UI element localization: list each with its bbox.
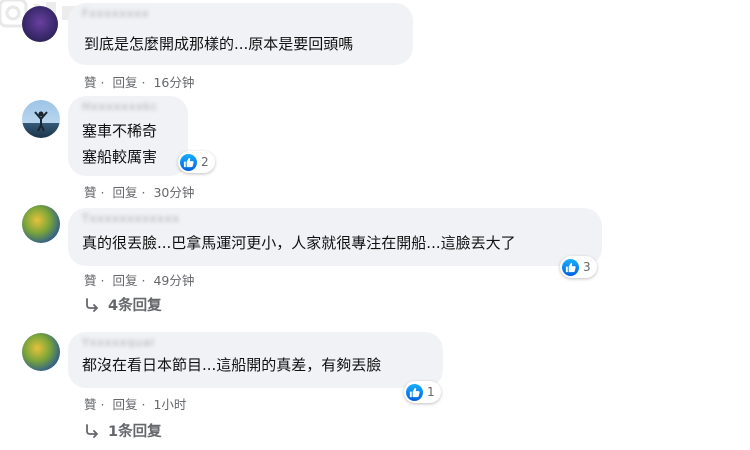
view-replies-button[interactable]: 1条回复 [84,420,162,441]
thumbs-up-icon [180,153,197,171]
avatar[interactable] [22,333,60,371]
timestamp[interactable]: 49分钟 [153,273,194,288]
reply-button[interactable]: 回复 [112,273,137,288]
separator: · [141,397,146,412]
reply-arrow-icon [86,423,98,438]
separator: · [141,185,146,200]
comment-text: 塞車不稀奇 塞船較厲害 [82,118,157,170]
person-silhouette-icon [34,111,48,132]
replies-label: 1条回复 [108,424,162,440]
comment-actions: 贊 · 回复 · 1小时 [84,394,190,413]
comment-bubble: Yxxxxxqual 都沒在看日本節目...這船開的真差，有夠丟臉 [68,332,443,388]
commenter-name[interactable]: Txxxxxxxxxxxx [82,212,180,225]
like-button[interactable]: 贊 [84,273,97,288]
separator: · [100,397,105,412]
commenter-name[interactable]: Hxxxxxxxkc [82,100,158,113]
reaction-number: 1 [427,385,435,399]
reply-button[interactable]: 回复 [112,75,137,90]
comment-bubble: Hxxxxxxxkc 塞車不稀奇 塞船較厲害 [68,96,188,176]
reply-button[interactable]: 回复 [112,397,137,412]
timestamp[interactable]: 30分钟 [153,185,194,200]
comment-bubble: Fxxxxxxxx 到底是怎麼開成那樣的...原本是要回頭嗎 [68,3,413,65]
comment-text: 真的很丟臉...巴拿馬運河更小，人家就很專注在開船...這臉丟大了 [82,230,516,256]
like-button[interactable]: 贊 [84,75,97,90]
comment-text-line: 到底是怎麼開成那樣的...原本是要回頭嗎 [84,35,354,53]
separator: · [100,185,105,200]
avatar[interactable] [22,6,58,42]
reaction-number: 3 [583,260,591,274]
timestamp[interactable]: 16分钟 [153,75,194,90]
comment-text: 到底是怎麼開成那樣的...原本是要回頭嗎 [84,31,353,57]
comment-actions: 贊 · 回复 · 16分钟 [84,72,198,91]
like-button[interactable]: 贊 [84,185,97,200]
comment-bubble: Txxxxxxxxxxxx 真的很丟臉...巴拿馬運河更小，人家就很專注在開船.… [68,208,602,266]
thumbs-up-icon [562,258,579,276]
thumbs-up-icon [406,383,423,401]
commenter-name[interactable]: Yxxxxxqual [82,336,155,349]
reply-button[interactable]: 回复 [112,185,137,200]
replies-label: 4条回复 [108,298,162,314]
separator: · [100,273,105,288]
reaction-count[interactable]: 3 [560,256,597,278]
separator: · [141,75,146,90]
timestamp[interactable]: 1小时 [153,397,186,412]
reaction-count[interactable]: 2 [178,151,215,173]
comment-text-line: 都沒在看日本節目...這船開的真差，有夠丟臉 [82,356,382,374]
comment-text: 都沒在看日本節目...這船開的真差，有夠丟臉 [82,352,381,378]
reaction-count[interactable]: 1 [404,381,441,403]
avatar[interactable] [22,100,60,138]
reply-arrow-icon [86,297,98,312]
view-replies-button[interactable]: 4条回复 [84,294,162,315]
comment-text-line: 塞車不稀奇 [82,122,158,140]
comment-text-line: 真的很丟臉...巴拿馬運河更小，人家就很專注在開船...這臉丟大了 [82,234,516,252]
reaction-number: 2 [201,155,209,169]
commenter-name[interactable]: Fxxxxxxxx [82,7,149,20]
comment-actions: 贊 · 回复 · 30分钟 [84,182,198,201]
avatar[interactable] [22,205,60,243]
separator: · [141,273,146,288]
like-button[interactable]: 贊 [84,397,97,412]
comment-text-line: 塞船較厲害 [82,148,158,166]
comment-actions: 贊 · 回复 · 49分钟 [84,270,198,289]
separator: · [100,75,105,90]
